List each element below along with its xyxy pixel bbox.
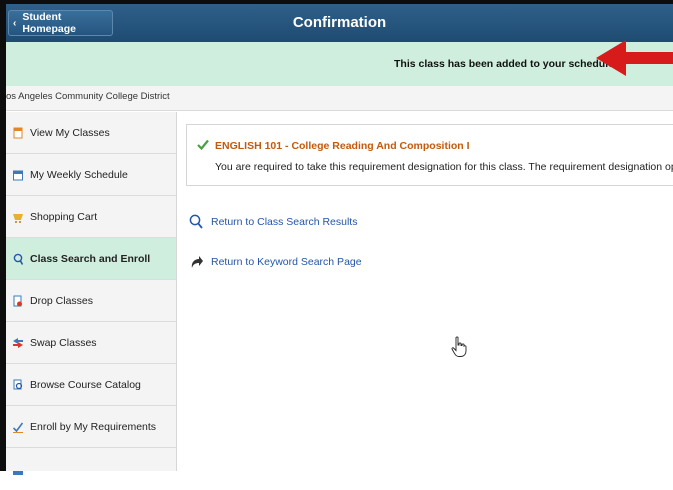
- sidebar-item-label: View My Classes: [30, 126, 110, 139]
- return-class-search-link[interactable]: Return to Class Search Results: [189, 214, 357, 229]
- enrollment-icon: [13, 471, 23, 475]
- district-label: os Angeles Community College District: [6, 91, 170, 102]
- sidebar-item-drop-classes[interactable]: Drop Classes: [6, 280, 176, 322]
- confirmation-message: This class has been added to your schedu…: [394, 58, 617, 70]
- drop-icon: [13, 295, 22, 306]
- return-class-search-label: Return to Class Search Results: [211, 215, 358, 228]
- return-arrow-icon: [191, 256, 203, 268]
- sidebar-item-label: My Weekly Schedule: [30, 168, 128, 181]
- sidebar-item-swap-classes[interactable]: Swap Classes: [6, 322, 176, 364]
- hand-cursor-icon: [451, 336, 467, 357]
- sidebar-item-partial[interactable]: [6, 448, 176, 490]
- page-header: Confirmation ‹ Student Homepage: [6, 4, 673, 42]
- sidebar: View My Classes My Weekly Schedule Shopp…: [6, 112, 177, 475]
- sidebar-item-my-weekly-schedule[interactable]: My Weekly Schedule: [6, 154, 176, 196]
- sidebar-item-label: Class Search and Enroll: [30, 252, 151, 265]
- sidebar-item-label: Browse Course Catalog: [30, 378, 141, 391]
- student-homepage-button[interactable]: ‹ Student Homepage: [8, 10, 113, 36]
- search-icon: [189, 214, 203, 229]
- sidebar-item-label: Enroll by My Requirements: [30, 420, 157, 433]
- sidebar-item-enroll-by-my-requirements[interactable]: Enroll by My Requirements: [6, 406, 176, 448]
- shopping-cart-icon: [13, 213, 23, 223]
- course-title: ENGLISH 101 - College Reading And Compos…: [215, 140, 470, 152]
- red-arrow-icon: [596, 40, 673, 76]
- return-keyword-search-link[interactable]: Return to Keyword Search Page: [189, 254, 362, 269]
- sidebar-item-label: Swap Classes: [30, 336, 97, 349]
- check-icon: [197, 139, 209, 150]
- sidebar-item-browse-course-catalog[interactable]: Browse Course Catalog: [6, 364, 176, 406]
- student-homepage-label: Student Homepage: [22, 11, 77, 35]
- confirmation-card: [186, 124, 673, 186]
- sidebar-item-label: Drop Classes: [30, 294, 94, 307]
- catalog-icon: [13, 379, 23, 389]
- main-content: ENGLISH 101 - College Reading And Compos…: [177, 112, 673, 471]
- sidebar-item-shopping-cart[interactable]: Shopping Cart: [6, 196, 176, 238]
- requirement-note: You are required to take this requiremen…: [215, 161, 673, 173]
- sidebar-item-view-my-classes[interactable]: View My Classes: [6, 112, 176, 154]
- swap-icon: [13, 337, 23, 348]
- class-list-icon: [13, 127, 23, 138]
- confirmation-banner: This class has been added to your schedu…: [6, 42, 673, 86]
- calendar-icon: [13, 170, 23, 180]
- return-keyword-search-label: Return to Keyword Search Page: [211, 255, 362, 268]
- sidebar-item-label: Shopping Cart: [30, 210, 98, 223]
- sidebar-item-class-search-and-enroll[interactable]: Class Search and Enroll: [6, 238, 176, 280]
- district-bar: os Angeles Community College District: [6, 86, 673, 111]
- chevron-left-icon: ‹: [13, 17, 17, 29]
- checkmark-icon: [13, 422, 23, 433]
- search-icon: [13, 253, 23, 265]
